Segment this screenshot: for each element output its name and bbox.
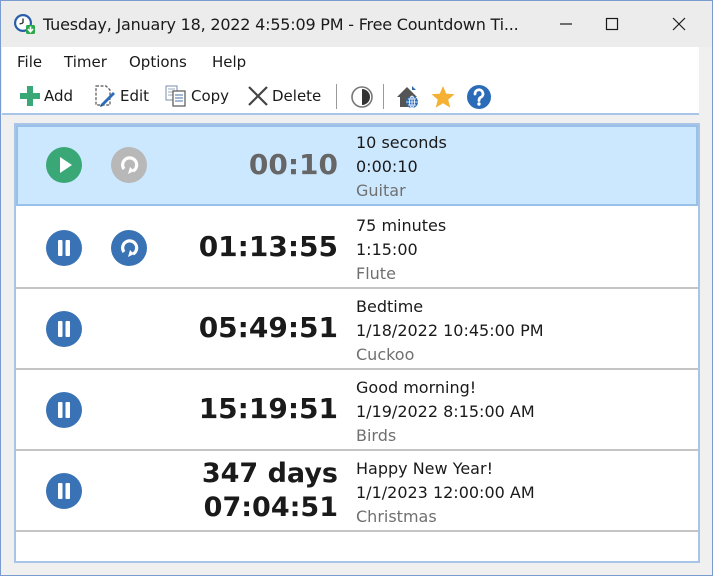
menu-timer[interactable]: Timer: [64, 53, 107, 71]
reset-button[interactable]: [111, 230, 147, 266]
window-title: Tuesday, January 18, 2022 4:55:09 PM - F…: [43, 15, 519, 34]
timer-info: 10 seconds 0:00:10 Guitar: [356, 131, 447, 203]
minimize-button[interactable]: [543, 1, 589, 47]
star-icon: [431, 86, 455, 108]
title-bar: Tuesday, January 18, 2022 4:55:09 PM - F…: [1, 1, 712, 47]
timer-row[interactable]: 01:13:55 75 minutes 1:15:00 Flute: [16, 208, 698, 289]
pause-button[interactable]: [46, 392, 82, 428]
start-button[interactable]: [46, 147, 82, 183]
time-remaining: 01:13:55: [198, 230, 338, 263]
timer-target: 0:00:10: [356, 157, 418, 176]
timer-row[interactable]: 15:19:51 Good morning! 1/19/2022 8:15:00…: [16, 370, 698, 451]
minimize-icon: [560, 23, 572, 25]
timer-list: 00:10 10 seconds 0:00:10 Guitar 01:13:55…: [14, 123, 700, 563]
menu-file[interactable]: File: [17, 53, 42, 71]
website-button[interactable]: [395, 84, 421, 110]
close-icon: [672, 17, 686, 31]
time-remaining: 15:19:51: [198, 392, 338, 425]
pause-button[interactable]: [46, 311, 82, 347]
timer-row[interactable]: 05:49:51 Bedtime 1/18/2022 10:45:00 PM C…: [16, 289, 698, 370]
home-web-icon: [397, 86, 418, 109]
maximize-button[interactable]: [589, 1, 635, 47]
timer-info: 75 minutes 1:15:00 Flute: [356, 214, 446, 286]
timer-name: Bedtime: [356, 297, 424, 316]
play-icon: [60, 157, 72, 173]
timer-sound: Birds: [356, 426, 397, 445]
toolbar-separator: [383, 84, 384, 109]
timer-name: 10 seconds: [356, 133, 447, 152]
delete-button[interactable]: Delete: [247, 83, 321, 109]
timer-target: 1/19/2022 8:15:00 AM: [356, 402, 535, 421]
add-label: Add: [44, 87, 74, 105]
reset-icon: [121, 239, 139, 257]
time-remaining: 347 days 07:04:51: [202, 457, 338, 525]
reset-icon: [121, 156, 139, 174]
menu-help[interactable]: Help: [212, 53, 246, 71]
pause-icon: [58, 321, 70, 337]
time-remaining-clock: 07:04:51: [203, 492, 338, 523]
toolbar-separator: [336, 84, 337, 109]
timer-row[interactable]: 00:10 10 seconds 0:00:10 Guitar: [16, 125, 698, 206]
pause-icon: [58, 240, 70, 256]
timer-sound: Guitar: [356, 181, 406, 200]
timer-sound: Flute: [356, 264, 396, 283]
menu-bar: File Timer Options Help: [2, 47, 699, 77]
timer-target: 1:15:00: [356, 240, 418, 259]
add-button[interactable]: Add: [19, 83, 73, 109]
pause-button[interactable]: [46, 473, 82, 509]
delete-label: Delete: [272, 87, 322, 105]
pause-button[interactable]: [46, 230, 82, 266]
close-button[interactable]: [656, 1, 702, 47]
delete-x-icon: [248, 86, 268, 106]
timer-name: 75 minutes: [356, 216, 447, 235]
timer-name: Happy New Year!: [356, 459, 493, 478]
timer-sound: Cuckoo: [356, 345, 415, 364]
theme-toggle-button[interactable]: [349, 84, 375, 110]
reset-button[interactable]: [111, 147, 147, 183]
copy-label: Copy: [191, 87, 230, 105]
timer-info: Bedtime 1/18/2022 10:45:00 PM Cuckoo: [356, 295, 544, 367]
app-window: Tuesday, January 18, 2022 4:55:09 PM - F…: [0, 0, 713, 576]
menu-options[interactable]: Options: [129, 53, 187, 71]
clock-download-icon: [13, 13, 35, 35]
time-remaining: 05:49:51: [198, 311, 338, 344]
contrast-icon: [351, 86, 373, 108]
help-button[interactable]: [466, 84, 492, 110]
plus-icon: [20, 86, 40, 106]
copy-button[interactable]: Copy: [164, 83, 229, 109]
toolbar: Add Edit Copy Delete: [2, 77, 699, 115]
timer-sound: Christmas: [356, 507, 437, 526]
maximize-icon: [605, 17, 619, 31]
timer-info: Happy New Year! 1/1/2023 12:00:00 AM Chr…: [356, 457, 535, 529]
help-icon: [467, 85, 491, 109]
edit-label: Edit: [120, 87, 150, 105]
copy-icon: [165, 85, 186, 107]
edit-icon: [95, 85, 115, 107]
time-remaining-days: 347 days: [201, 458, 338, 489]
timer-target: 1/18/2022 10:45:00 PM: [356, 321, 544, 340]
timer-name: Good morning!: [356, 378, 477, 397]
timer-target: 1/1/2023 12:00:00 AM: [356, 483, 535, 502]
pause-icon: [58, 483, 70, 499]
pause-icon: [58, 402, 70, 418]
edit-button[interactable]: Edit: [93, 83, 149, 109]
favorite-button[interactable]: [430, 84, 456, 110]
time-remaining: 00:10: [248, 148, 338, 181]
timer-info: Good morning! 1/19/2022 8:15:00 AM Birds: [356, 376, 535, 448]
timer-row[interactable]: 347 days 07:04:51 Happy New Year! 1/1/20…: [16, 451, 698, 532]
